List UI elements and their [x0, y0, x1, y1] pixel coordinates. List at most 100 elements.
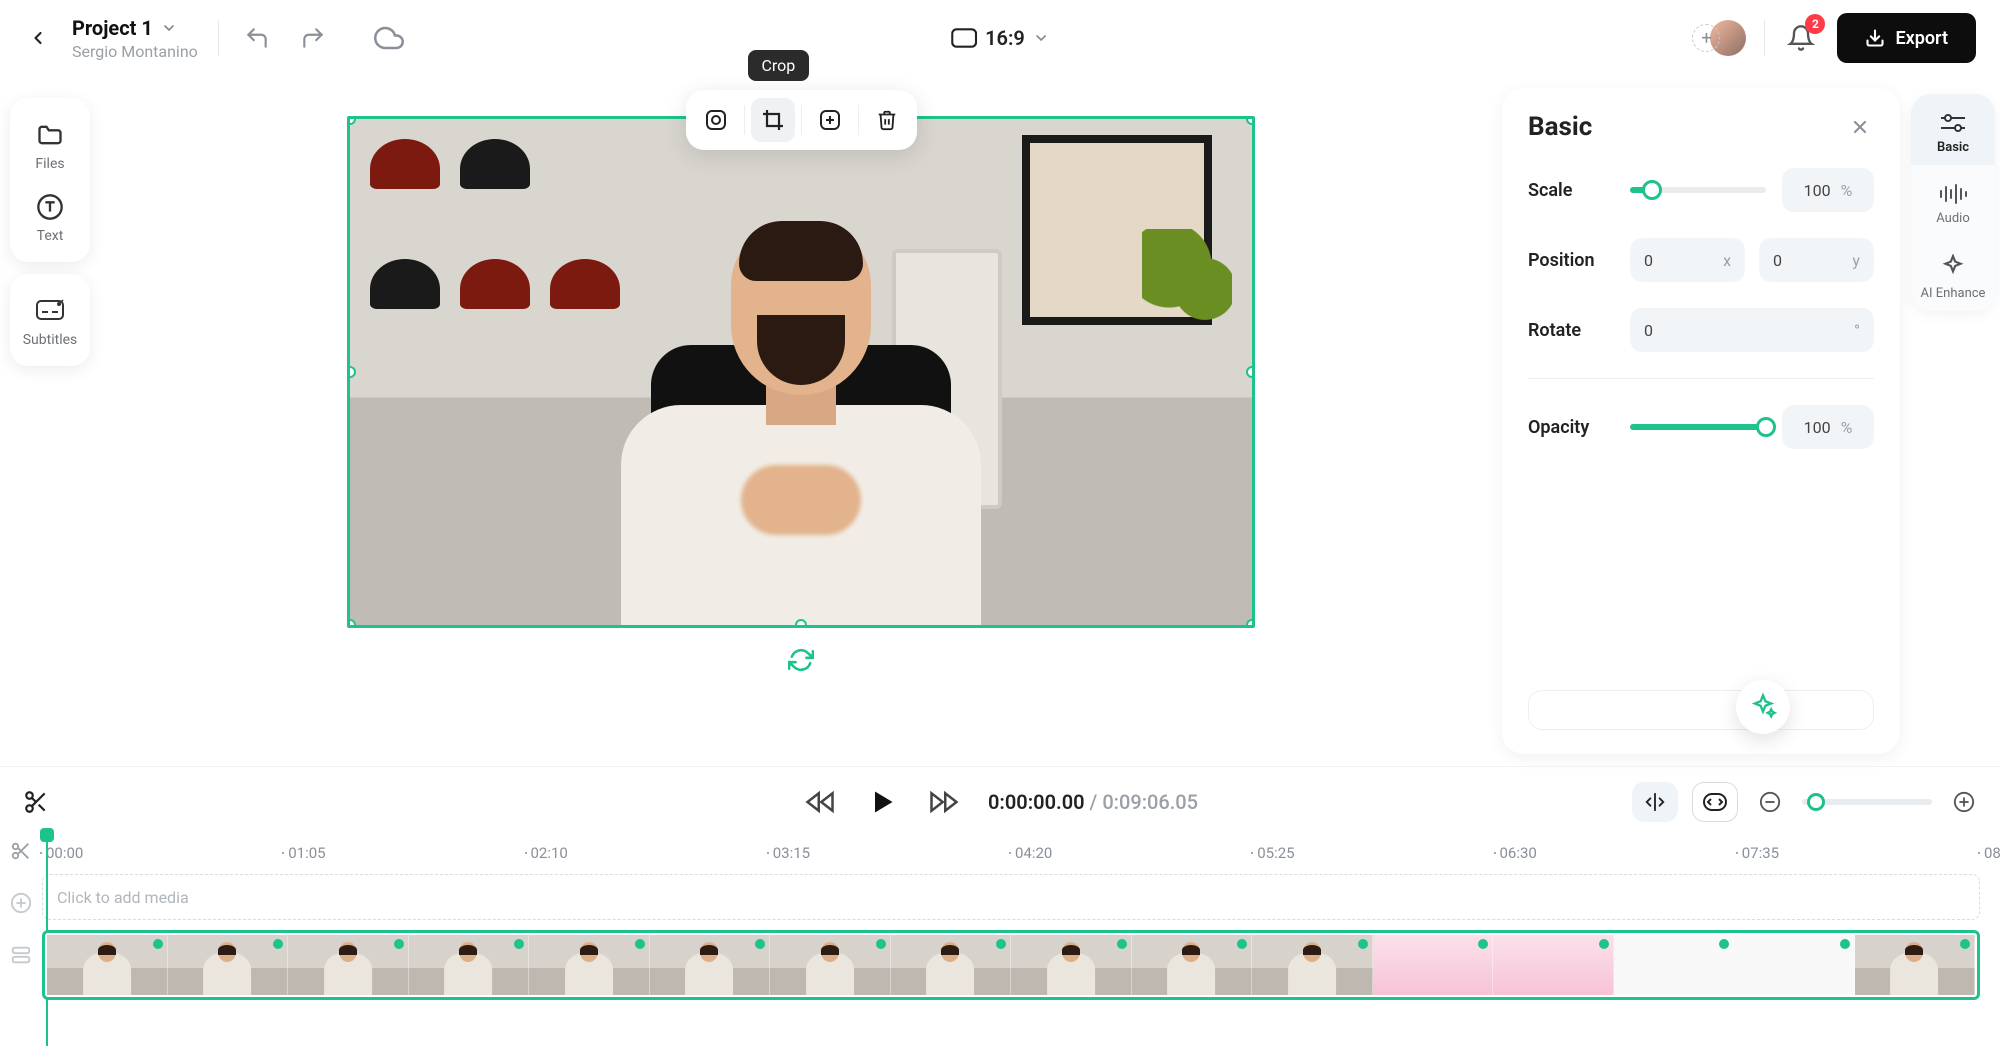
transport-bar: 0:00:00.00 / 0:09:06.05 [0, 766, 2000, 836]
top-bar: Project 1 Sergio Montanino 16:9 + 2 Expo… [0, 0, 2000, 76]
clip-thumbnail [1373, 935, 1494, 995]
clip-thumbnail [1614, 935, 1735, 995]
files-label: Files [35, 156, 64, 172]
project-name[interactable]: Project 1 [72, 16, 153, 40]
ai-enhance-tab-label: AI Enhance [1921, 286, 1986, 301]
collapsed-section[interactable] [1528, 690, 1874, 730]
total-time: 0:09:06.05 [1102, 790, 1198, 814]
cloud-sync-button[interactable] [371, 20, 407, 56]
time-ruler[interactable]: 00:0001:0502:1003:1504:2005:2506:3007:35… [42, 836, 1980, 870]
opacity-value-box[interactable]: 100 % [1782, 405, 1874, 449]
download-icon [1865, 28, 1885, 48]
scale-value: 100 [1804, 181, 1831, 200]
snap-button[interactable] [1632, 782, 1678, 822]
resize-handle[interactable] [1246, 619, 1255, 628]
close-panel-button[interactable] [1846, 113, 1874, 141]
aspect-ratio-selector[interactable]: 16:9 [951, 26, 1049, 50]
clip-thumbnail [770, 935, 891, 995]
folder-icon [35, 120, 65, 150]
text-label: Text [37, 228, 64, 244]
export-button[interactable]: Export [1837, 13, 1976, 63]
text-tab[interactable]: Text [10, 180, 90, 252]
resize-handle[interactable] [1246, 366, 1255, 378]
redo-button[interactable] [295, 20, 331, 56]
reset-transform-button[interactable] [783, 642, 819, 678]
opacity-row: Opacity 100 % [1528, 405, 1874, 449]
canvas-area: Crop [100, 76, 1502, 766]
resize-handle[interactable] [1246, 116, 1255, 125]
ai-fab-button[interactable] [1736, 680, 1790, 734]
fit-button[interactable] [1692, 782, 1738, 822]
zoom-out-button[interactable] [1752, 784, 1788, 820]
zoom-slider[interactable] [1802, 799, 1932, 805]
position-x-input[interactable]: 0 x [1630, 238, 1745, 282]
separator [744, 105, 745, 135]
forward-button[interactable] [926, 784, 962, 820]
scale-value-box[interactable]: 100 % [1782, 168, 1874, 212]
opacity-slider[interactable] [1630, 424, 1766, 430]
export-label: Export [1895, 28, 1948, 49]
time-tick: 04:20 [1009, 844, 1052, 862]
add-media-track[interactable]: Click to add media [42, 874, 1980, 920]
play-button[interactable] [864, 784, 900, 820]
audio-tab[interactable]: Audio [1911, 165, 1995, 236]
track-icon[interactable] [10, 944, 32, 966]
rotate-input[interactable]: 0 ° [1630, 308, 1874, 352]
files-tab[interactable]: Files [10, 108, 90, 180]
rewind-button[interactable] [802, 784, 838, 820]
cut-tool-icon[interactable] [10, 840, 32, 862]
split-button[interactable] [18, 784, 54, 820]
add-media-icon[interactable] [10, 892, 32, 914]
resize-handle[interactable] [795, 619, 807, 628]
video-clip[interactable] [42, 930, 1980, 1000]
waveform-icon [1938, 183, 1968, 205]
basic-tab[interactable]: Basic [1911, 94, 1995, 165]
subtitles-tab[interactable]: Subtitles [10, 284, 90, 356]
rotate-row: Rotate 0 ° [1528, 308, 1874, 352]
subtitles-icon [35, 296, 65, 326]
video-preview[interactable] [347, 116, 1255, 628]
scale-label: Scale [1528, 180, 1614, 201]
add-collaborator-button[interactable]: + [1692, 24, 1720, 52]
project-owner: Sergio Montanino [72, 42, 198, 61]
position-y-unit: y [1852, 251, 1860, 270]
current-time: 0:00:00.00 [988, 790, 1085, 814]
scale-slider[interactable] [1630, 187, 1766, 193]
delete-button[interactable] [865, 98, 909, 142]
add-media-placeholder: Click to add media [57, 888, 189, 907]
audio-tab-label: Audio [1936, 211, 1969, 226]
chevron-down-icon[interactable] [161, 20, 177, 36]
landscape-icon [951, 28, 977, 48]
clip-thumbnail [168, 935, 289, 995]
timecode: 0:00:00.00 / 0:09:06.05 [988, 790, 1198, 814]
canvas-toolbar: Crop [686, 90, 917, 150]
duplicate-button[interactable] [808, 98, 852, 142]
notification-badge: 2 [1805, 14, 1825, 34]
subtitles-label: Subtitles [23, 332, 78, 348]
back-button[interactable] [24, 24, 52, 52]
project-title-block: Project 1 Sergio Montanino [72, 16, 198, 61]
position-y-input[interactable]: 0 y [1759, 238, 1874, 282]
clip-thumbnail [47, 935, 168, 995]
zoom-in-button[interactable] [1946, 784, 1982, 820]
undo-button[interactable] [239, 20, 275, 56]
time-tick: 03:15 [767, 844, 810, 862]
position-y-value: 0 [1773, 251, 1782, 270]
replace-button[interactable] [694, 98, 738, 142]
clip-thumbnail [891, 935, 1012, 995]
crop-tooltip: Crop [748, 50, 810, 81]
clip-thumbnail [529, 935, 650, 995]
time-tick: 07:35 [1736, 844, 1779, 862]
chevron-down-icon [1033, 30, 1049, 46]
timeline: 00:0001:0502:1003:1504:2005:2506:3007:35… [0, 836, 2000, 1046]
time-tick: 00:00 [40, 844, 83, 862]
resize-handle[interactable] [347, 619, 356, 628]
crop-button[interactable] [751, 98, 795, 142]
notifications-button[interactable]: 2 [1783, 20, 1819, 56]
left-rail: Files Text Subtitles [0, 76, 100, 766]
collaborators[interactable]: + [1710, 20, 1746, 56]
ai-enhance-tab[interactable]: AI Enhance [1911, 236, 1995, 311]
clip-thumbnail [1252, 935, 1373, 995]
divider [218, 20, 219, 56]
opacity-label: Opacity [1528, 417, 1614, 438]
